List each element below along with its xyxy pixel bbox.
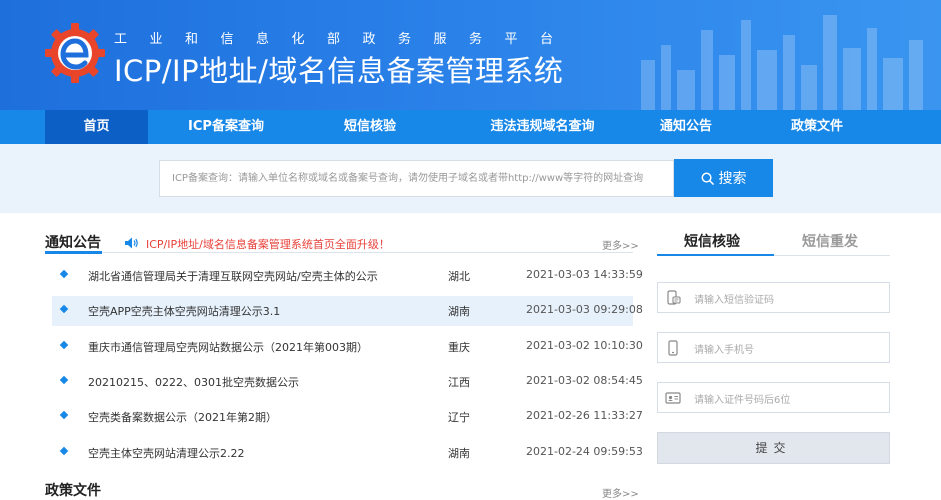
tab-sms-verify[interactable]: 短信核验 xyxy=(684,231,740,251)
active-tab-underline xyxy=(657,254,774,256)
notice-date: 2021-03-02 08:54:45 xyxy=(526,374,643,387)
notice-province: 湖北 xyxy=(448,270,470,283)
phone-field[interactable]: 请输入手机号 xyxy=(657,332,890,363)
notice-province: 湖南 xyxy=(448,447,470,460)
notice-province: 湖南 xyxy=(448,305,470,318)
bullet-icon xyxy=(59,375,69,385)
notice-province: 江西 xyxy=(448,376,470,389)
notices-title-underline xyxy=(45,251,102,254)
notices-title: 通知公告 xyxy=(45,235,101,251)
notice-row[interactable]: 湖北省通信管理局关于清理互联网空壳网站/空壳主体的公示 湖北 2021-03-0… xyxy=(52,261,643,291)
search-icon xyxy=(701,172,714,185)
submit-button[interactable]: 提交 xyxy=(657,432,890,464)
search-button-label: 搜索 xyxy=(718,171,747,187)
id-card-icon xyxy=(665,392,681,404)
nav-item-illegal-domain[interactable]: 违法违规域名查询 xyxy=(460,110,625,144)
notice-row[interactable]: 20210215、0222、0301批空壳数据公示 江西 2021-03-02 … xyxy=(52,367,643,397)
search-button[interactable]: 搜索 xyxy=(674,159,773,197)
phone-placeholder: 请输入手机号 xyxy=(694,345,754,356)
nav-item-policy[interactable]: 政策文件 xyxy=(770,110,864,144)
policy-title: 政策文件 xyxy=(45,483,101,499)
notices-divider xyxy=(45,252,633,253)
id-number-placeholder: 请输入证件号码后6位 xyxy=(694,395,791,406)
main-nav: 首页 ICP备案查询 短信核验 违法违规域名查询 通知公告 政策文件 xyxy=(0,110,941,144)
page-title: ICP/IP地址/域名信息备案管理系统 xyxy=(114,54,564,88)
sms-code-placeholder: 请输入短信验证码 xyxy=(694,295,774,306)
speaker-icon xyxy=(125,237,138,249)
notice-title: 湖北省通信管理局关于清理互联网空壳网站/空壳主体的公示 xyxy=(88,270,378,283)
nav-item-notices[interactable]: 通知公告 xyxy=(640,110,732,144)
notice-title: 20210215、0222、0301批空壳数据公示 xyxy=(88,376,299,389)
phone-icon xyxy=(668,340,678,356)
notice-title: 空壳APP空壳主体空壳网站清理公示3.1 xyxy=(88,305,281,318)
notice-row[interactable]: 重庆市通信管理局空壳网站数据公示（2021年第003期） 重庆 2021-03-… xyxy=(52,332,643,362)
bullet-icon xyxy=(59,304,69,314)
bullet-icon xyxy=(59,340,69,350)
bullet-icon xyxy=(59,446,69,456)
nav-item-icp-query[interactable]: ICP备案查询 xyxy=(170,110,282,144)
notice-marquee[interactable]: ICP/IP地址/域名信息备案管理系统首页全面升级！ xyxy=(146,236,390,252)
nav-item-home[interactable]: 首页 xyxy=(45,110,148,144)
id-number-field[interactable]: 请输入证件号码后6位 xyxy=(657,382,890,413)
notice-date: 2021-03-02 10:10:30 xyxy=(526,339,643,352)
notice-title: 空壳主体空壳网站清理公示2.22 xyxy=(88,447,245,460)
sms-code-field[interactable]: 请输入短信验证码 xyxy=(657,282,890,313)
city-skyline-decoration xyxy=(641,15,923,110)
site-header: 工业和信息化部政务服务平台 ICP/IP地址/域名信息备案管理系统 xyxy=(0,0,941,110)
notice-province: 重庆 xyxy=(448,341,470,354)
bullet-icon xyxy=(59,410,69,420)
bullet-icon xyxy=(59,269,69,279)
policy-more-link[interactable]: 更多>> xyxy=(602,485,639,500)
notice-title: 重庆市通信管理局空壳网站数据公示（2021年第003期） xyxy=(88,341,368,354)
notice-date: 2021-03-03 14:33:59 xyxy=(526,268,643,281)
header-subtitle: 工业和信息化部政务服务平台 xyxy=(114,32,576,47)
notice-title: 空壳类备案数据公示（2021年第2期） xyxy=(88,411,277,424)
notice-row[interactable]: 空壳类备案数据公示（2021年第2期） 辽宁 2021-02-26 11:33:… xyxy=(52,402,643,432)
notice-date: 2021-02-24 09:59:53 xyxy=(526,445,643,458)
tab-sms-resend[interactable]: 短信重发 xyxy=(802,231,858,251)
notices-more-link[interactable]: 更多>> xyxy=(602,237,639,252)
search-input[interactable]: ICP备案查询：请输入单位名称或域名或备案号查询，请勿使用子域名或者带http:… xyxy=(159,160,674,197)
notice-date: 2021-03-03 09:29:08 xyxy=(526,303,643,316)
notice-date: 2021-02-26 11:33:27 xyxy=(526,409,643,422)
notice-row[interactable]: 空壳主体空壳网站清理公示2.22 湖南 2021-02-24 09:59:53 xyxy=(52,438,643,468)
sms-code-icon xyxy=(667,290,681,305)
notice-row[interactable]: 空壳APP空壳主体空壳网站清理公示3.1 湖南 2021-03-03 09:29… xyxy=(52,296,643,326)
miit-gear-logo xyxy=(45,23,105,83)
nav-item-sms-verify[interactable]: 短信核验 xyxy=(320,110,420,144)
notice-province: 辽宁 xyxy=(448,411,470,424)
